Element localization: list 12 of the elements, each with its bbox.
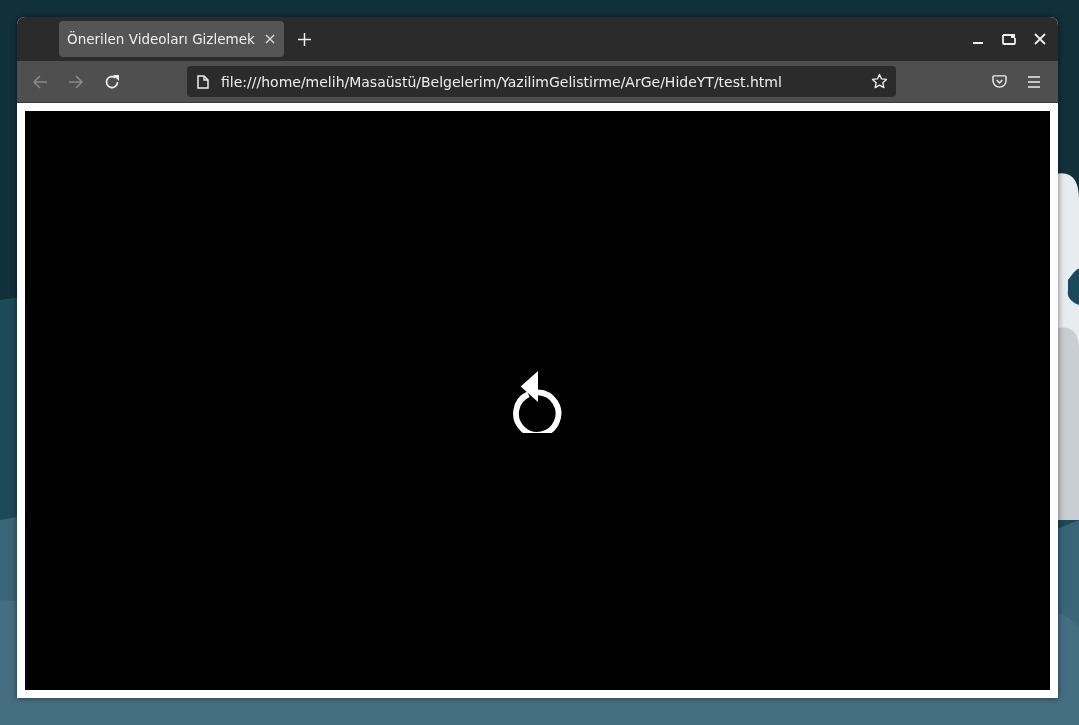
url-text: file:///home/melih/Masaüstü/Belgelerim/YazilimGelistirme/ArGe/HideYT/test.html xyxy=(221,73,783,90)
close-icon[interactable] xyxy=(264,34,275,44)
address-bar[interactable]: file:///home/melih/Masaüstü/Belgelerim/YazilimGelistirme/ArGe/HideYT/test.html xyxy=(187,66,896,97)
reload-icon[interactable] xyxy=(104,73,120,90)
pocket-icon[interactable] xyxy=(992,74,1007,89)
star-icon[interactable] xyxy=(871,73,888,90)
browser-tab[interactable]: Önerilen Videoları Gizlemek xyxy=(59,21,284,57)
new-tab-icon[interactable] xyxy=(297,32,311,46)
menu-icon[interactable] xyxy=(1027,75,1041,88)
close-icon[interactable] xyxy=(1034,33,1046,45)
restore-icon[interactable] xyxy=(1002,33,1016,45)
file-icon xyxy=(197,74,209,89)
